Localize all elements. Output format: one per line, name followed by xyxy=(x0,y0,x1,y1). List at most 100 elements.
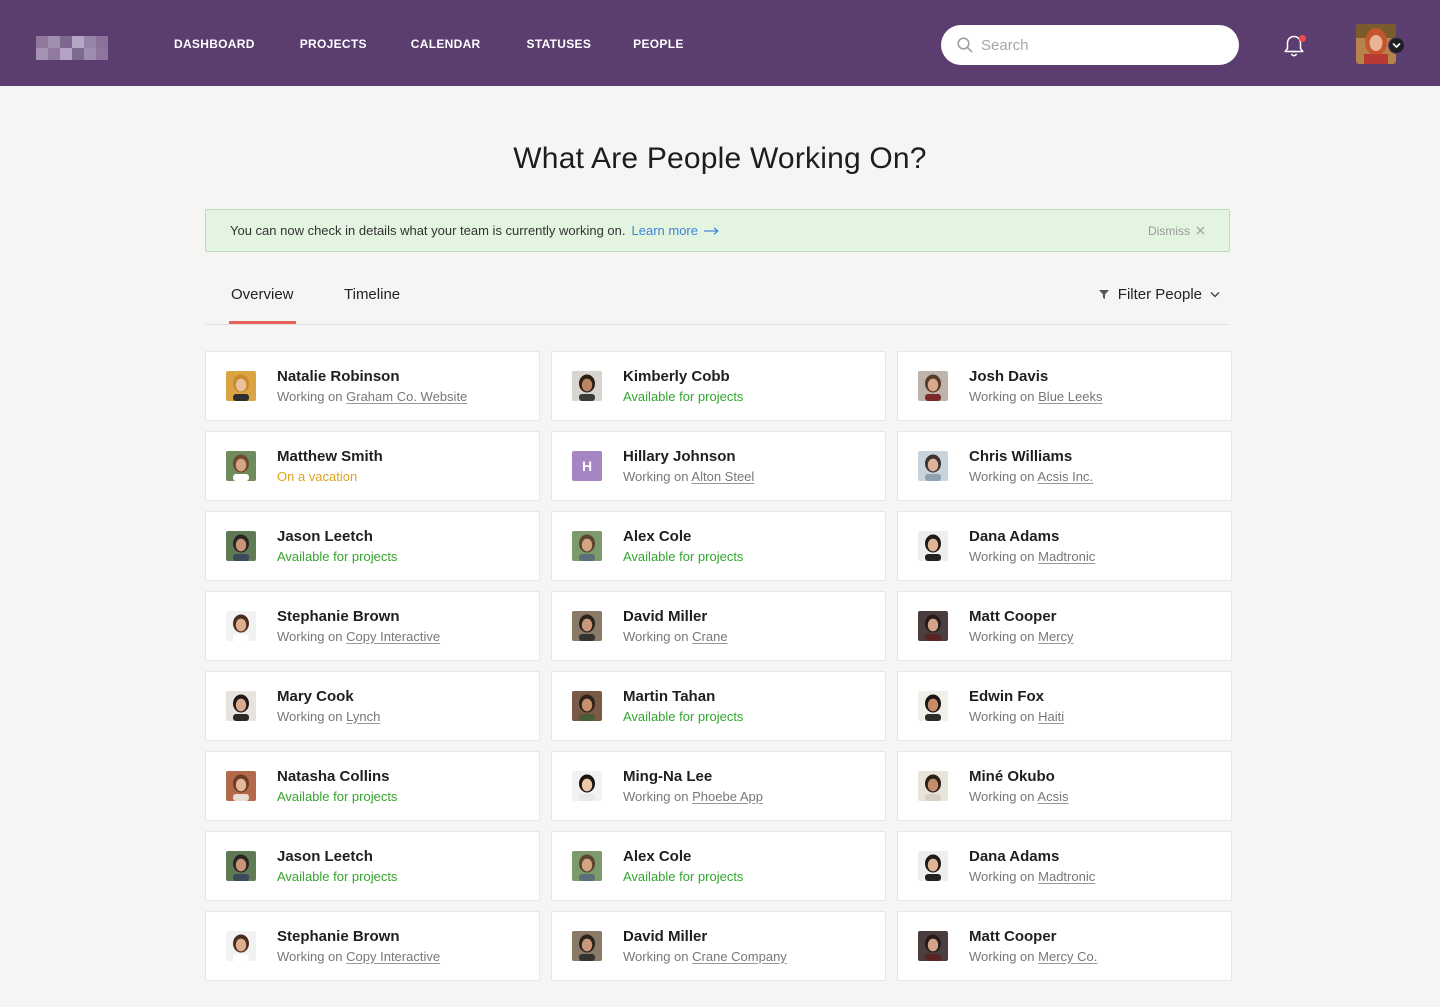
avatar xyxy=(226,691,256,721)
project-link[interactable]: Madtronic xyxy=(1038,869,1095,884)
person-info: Martin Tahan Available for projects xyxy=(623,688,743,725)
notifications-button[interactable] xyxy=(1281,32,1307,58)
person-card[interactable]: Josh Davis Working on Blue Leeks xyxy=(897,351,1232,421)
chevron-down-icon xyxy=(1210,292,1220,298)
person-photo xyxy=(226,531,256,561)
person-info: David Miller Working on Crane xyxy=(623,608,728,645)
avatar xyxy=(918,531,948,561)
project-link[interactable]: Acsis xyxy=(1037,789,1068,804)
top-bar: DASHBOARD PROJECTS CALENDAR STATUSES PEOPLE xyxy=(0,0,1440,86)
project-link[interactable]: Mercy Co. xyxy=(1038,949,1097,964)
person-photo xyxy=(226,771,256,801)
person-info: Jason Leetch Available for projects xyxy=(277,528,397,565)
tab-timeline[interactable]: Timeline xyxy=(344,286,400,303)
filter-people-dropdown[interactable]: Filter People xyxy=(1098,286,1220,303)
person-card[interactable]: Edwin Fox Working on Haiti xyxy=(897,671,1232,741)
person-name: Matt Cooper xyxy=(969,607,1057,625)
nav-item-statuses[interactable]: STATUSES xyxy=(527,36,592,52)
account-menu-button[interactable] xyxy=(1388,37,1405,54)
working-on-label: Working on xyxy=(969,788,1038,804)
person-name: Jason Leetch xyxy=(277,527,373,545)
project-link[interactable]: Lynch xyxy=(346,709,380,724)
person-card[interactable]: Stephanie Brown Working on Copy Interacti… xyxy=(205,911,540,981)
person-photo xyxy=(572,771,602,801)
avatar xyxy=(572,611,602,641)
person-photo xyxy=(918,691,948,721)
search-icon xyxy=(957,37,973,53)
tab-overview[interactable]: Overview xyxy=(229,286,296,324)
person-photo xyxy=(918,611,948,641)
learn-more-link[interactable]: Learn more xyxy=(632,223,719,238)
project-link[interactable]: Acsis Inc. xyxy=(1037,469,1093,484)
dismiss-label: Dismiss xyxy=(1148,223,1190,238)
person-card[interactable]: Ming-Na Lee Working on Phoebe App xyxy=(551,751,886,821)
logo-pixel xyxy=(48,48,60,60)
person-card[interactable]: Matt Cooper Working on Mercy Co. xyxy=(897,911,1232,981)
person-card[interactable]: Alex Cole Available for projects xyxy=(551,831,886,901)
search-box[interactable] xyxy=(941,25,1239,65)
logo-pixel xyxy=(84,48,96,60)
person-card[interactable]: Jason Leetch Available for projects xyxy=(205,831,540,901)
nav-item-projects[interactable]: PROJECTS xyxy=(300,36,367,52)
person-name: Chris Williams xyxy=(969,447,1073,465)
person-photo xyxy=(572,371,602,401)
person-card[interactable]: David Miller Working on Crane xyxy=(551,591,886,661)
project-link[interactable]: Alton Steel xyxy=(691,469,754,484)
nav-item-people[interactable]: PEOPLE xyxy=(633,36,683,52)
working-on-label: Working on xyxy=(969,628,1039,644)
person-card[interactable]: Alex Cole Available for projects xyxy=(551,511,886,581)
person-info: Stephanie Brown Working on Copy Interacti… xyxy=(277,928,440,965)
project-link[interactable]: Crane xyxy=(692,629,727,644)
person-card[interactable]: David Miller Working on Crane Company xyxy=(551,911,886,981)
dismiss-button[interactable]: Dismiss xyxy=(1148,224,1205,238)
person-card[interactable]: Natalie Robinson Working on Graham Co. We… xyxy=(205,351,540,421)
person-card[interactable]: Dana Adams Working on Madtronic xyxy=(897,511,1232,581)
person-card[interactable]: Stephanie Brown Working on Copy Interacti… xyxy=(205,591,540,661)
logo-pixel xyxy=(48,36,60,48)
person-card[interactable]: Martin Tahan Available for projects xyxy=(551,671,886,741)
avatar: H xyxy=(572,451,602,481)
person-info: Edwin Fox Working on Haiti xyxy=(969,688,1064,725)
person-card[interactable]: Kimberly Cobb Available for projects xyxy=(551,351,886,421)
person-name: Miné Okubo xyxy=(969,767,1055,785)
person-card[interactable]: Chris Williams Working on Acsis Inc. xyxy=(897,431,1232,501)
person-card[interactable]: Jason Leetch Available for projects xyxy=(205,511,540,581)
logo-pixel xyxy=(72,48,84,60)
person-status: Working on Alton Steel xyxy=(623,469,754,485)
working-on-label: Working on xyxy=(969,868,1039,884)
project-link[interactable]: Haiti xyxy=(1038,709,1064,724)
project-link[interactable]: Blue Leeks xyxy=(1038,389,1102,404)
person-name: Matthew Smith xyxy=(277,447,383,465)
logo-pixel xyxy=(60,36,72,48)
search-input[interactable] xyxy=(981,36,1221,54)
nav-item-calendar[interactable]: CALENDAR xyxy=(411,36,481,52)
person-card[interactable]: Matt Cooper Working on Mercy xyxy=(897,591,1232,661)
avatar xyxy=(226,531,256,561)
person-card[interactable]: Miné Okubo Working on Acsis xyxy=(897,751,1232,821)
learn-more-label: Learn more xyxy=(631,223,698,238)
person-card[interactable]: Mary Cook Working on Lynch xyxy=(205,671,540,741)
person-photo xyxy=(572,531,602,561)
project-link[interactable]: Crane Company xyxy=(692,949,787,964)
person-card[interactable]: Dana Adams Working on Madtronic xyxy=(897,831,1232,901)
nav-item-dashboard[interactable]: DASHBOARD xyxy=(174,36,255,52)
working-on-label: Working on xyxy=(969,468,1038,484)
project-link[interactable]: Phoebe App xyxy=(692,789,763,804)
project-link[interactable]: Mercy xyxy=(1038,629,1073,644)
filter-label: Filter People xyxy=(1117,286,1202,303)
project-link[interactable]: Copy Interactive xyxy=(346,949,440,964)
person-status: Working on Madtronic xyxy=(969,869,1095,885)
person-status: Working on Crane xyxy=(623,629,728,645)
person-card[interactable]: H Hillary Johnson Working on Alton Steel xyxy=(551,431,886,501)
project-link[interactable]: Copy Interactive xyxy=(346,629,440,644)
avatar xyxy=(226,771,256,801)
person-name: Kimberly Cobb xyxy=(623,367,730,385)
brand-logo[interactable] xyxy=(36,36,108,60)
project-link[interactable]: Graham Co. Website xyxy=(346,389,467,404)
person-card[interactable]: Natasha Collins Available for projects xyxy=(205,751,540,821)
logo-pixel xyxy=(96,36,108,48)
person-name: Mary Cook xyxy=(277,687,354,705)
person-info: Matt Cooper Working on Mercy Co. xyxy=(969,928,1097,965)
person-card[interactable]: Matthew Smith On a vacation xyxy=(205,431,540,501)
project-link[interactable]: Madtronic xyxy=(1038,549,1095,564)
